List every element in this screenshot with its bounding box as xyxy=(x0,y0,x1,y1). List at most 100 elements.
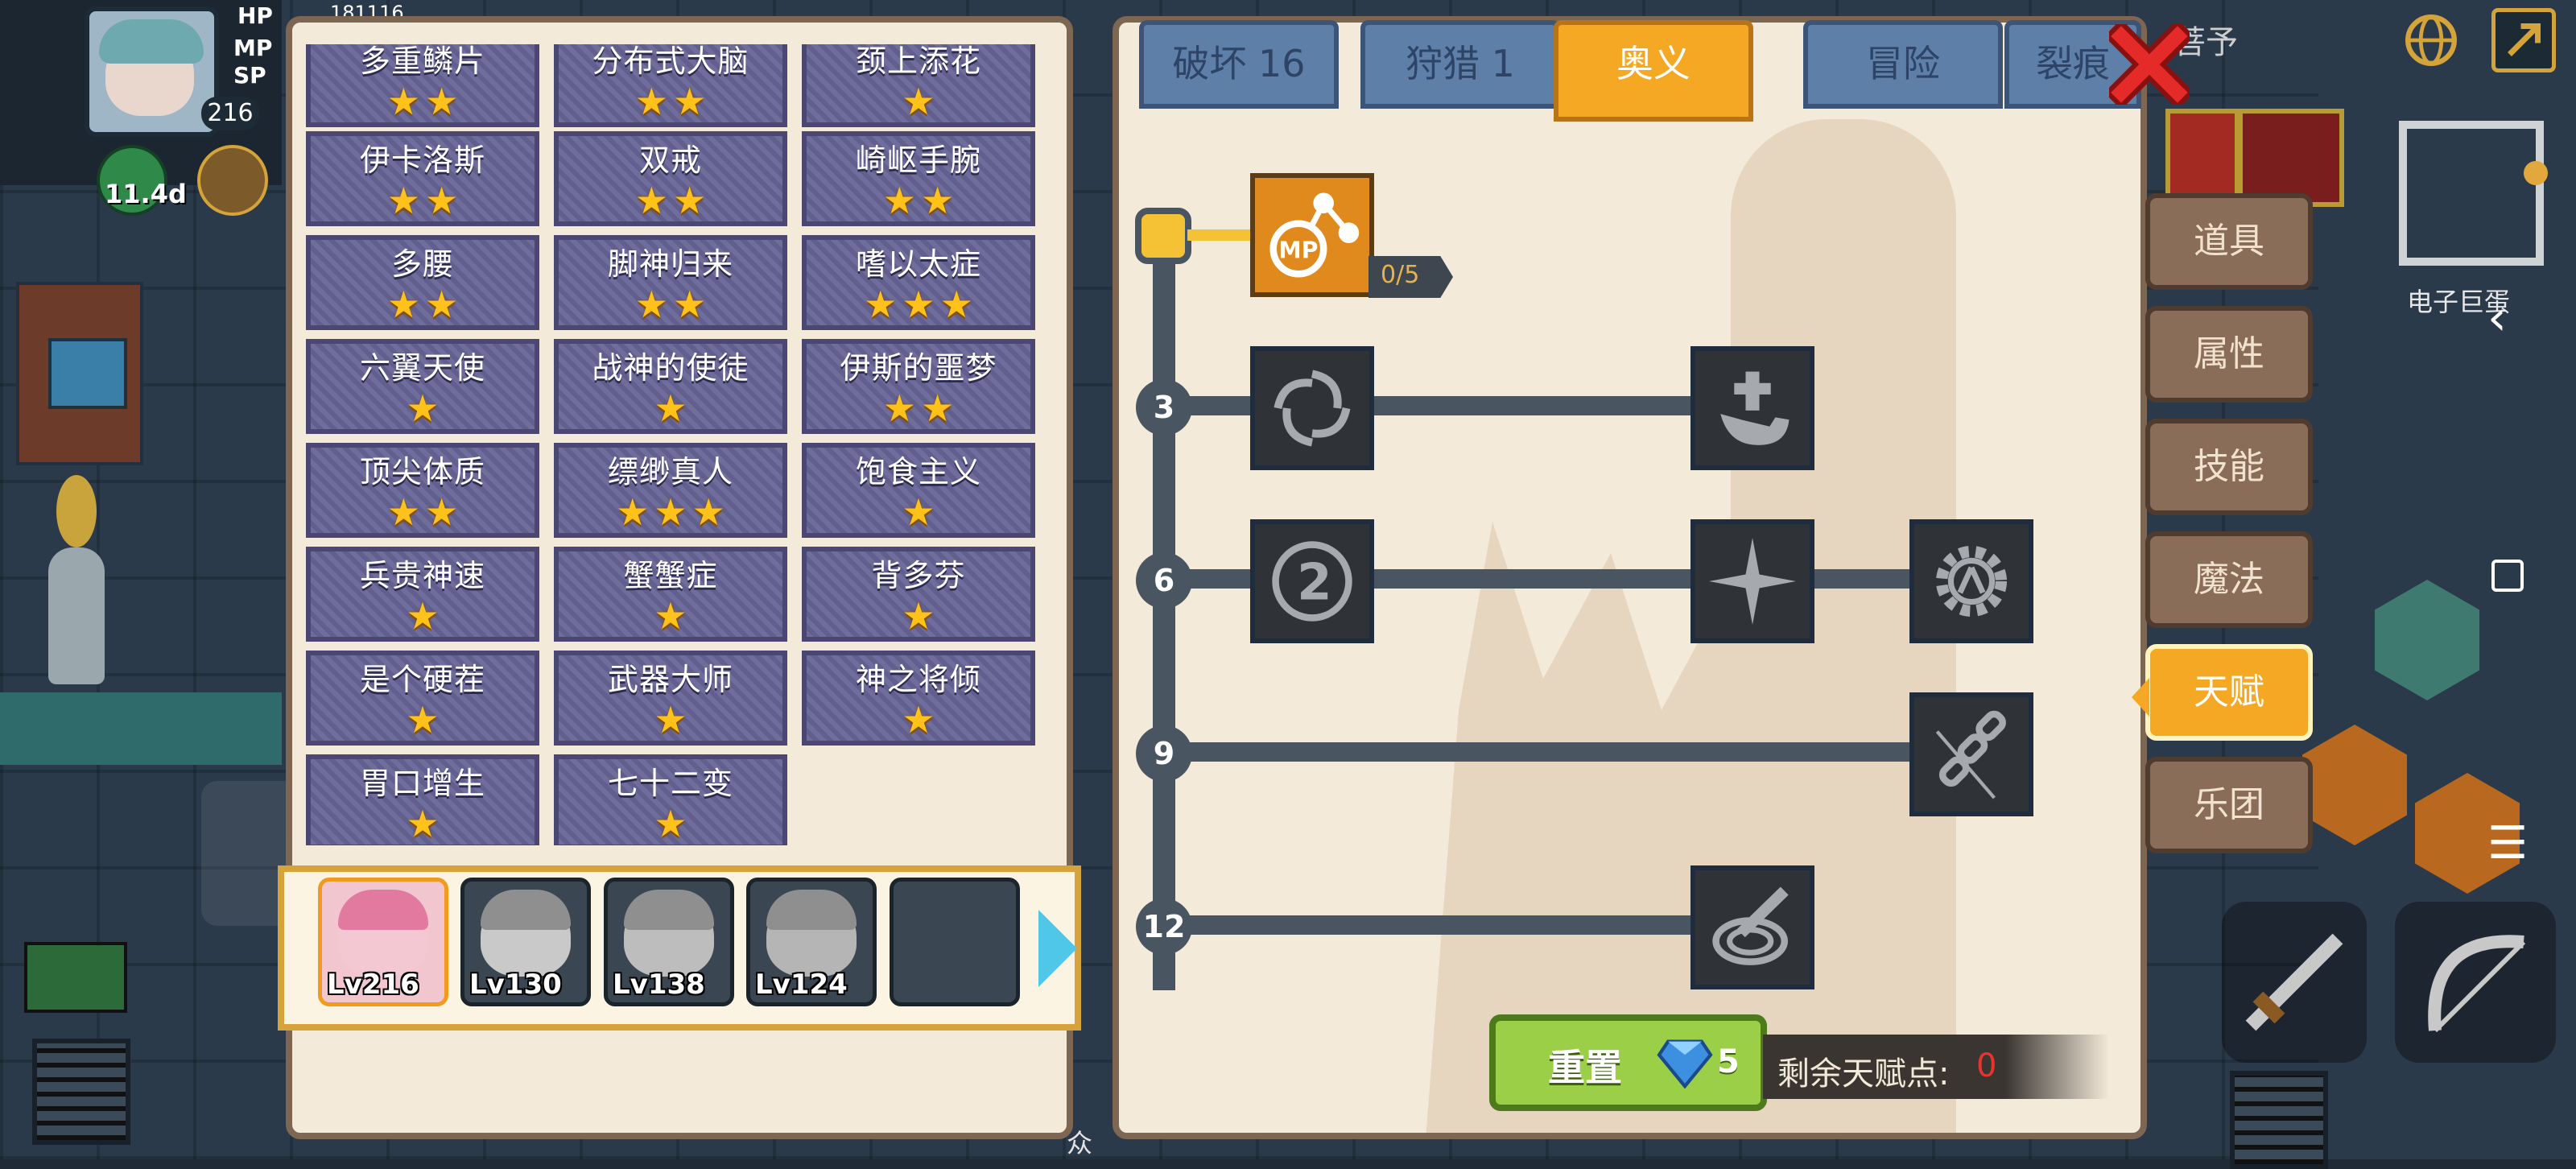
joystick-left-arrow[interactable] xyxy=(201,781,290,926)
trait-card[interactable]: 是个硬茬 ★ xyxy=(306,651,539,746)
vortex-icon xyxy=(1274,370,1351,447)
trait-card[interactable]: 顶尖体质 ★ ★ xyxy=(306,443,539,538)
scene-vase xyxy=(48,547,105,684)
trait-name: 蟹蟹症 xyxy=(623,558,718,593)
skill-holy-hand[interactable] xyxy=(1690,346,1814,470)
trait-name: 背多芬 xyxy=(871,558,966,593)
skill-chain[interactable] xyxy=(1909,692,2033,816)
trait-card[interactable]: 七十二变 ★ xyxy=(554,754,787,845)
team-next-arrow[interactable] xyxy=(1038,910,1077,987)
trait-name: 伊卡洛斯 xyxy=(359,143,485,178)
tier-6-label: 6 xyxy=(1136,552,1192,609)
skill-crosshair[interactable] xyxy=(1690,519,1814,643)
skill-whirl-strike[interactable] xyxy=(1690,865,1814,989)
nav-recent-icon[interactable] xyxy=(2491,560,2524,592)
trait-card[interactable]: 六翼天使 ★ xyxy=(306,339,539,434)
close-icon[interactable] xyxy=(2103,19,2195,110)
team-empty-slot[interactable] xyxy=(890,878,1020,1006)
star-icon: ★ xyxy=(634,179,668,222)
trait-card[interactable]: 兵贵神速 ★ xyxy=(306,547,539,642)
trait-card[interactable]: 伊斯的噩梦 ★ ★ xyxy=(802,339,1035,434)
side-menu-item[interactable]: 技能 xyxy=(2145,419,2313,515)
trait-card[interactable]: 饱食主义 ★ xyxy=(802,443,1035,538)
trait-name: 兵贵神速 xyxy=(359,558,485,593)
trait-card[interactable]: 神之将倾 ★ xyxy=(802,651,1035,746)
trait-stars: ★ ★ xyxy=(559,82,782,121)
expand-icon[interactable] xyxy=(2491,8,2556,72)
side-menu-item[interactable]: 属性 xyxy=(2145,306,2313,403)
side-menu-item[interactable]: 道具 xyxy=(2145,193,2313,290)
trait-card[interactable]: 缥缈真人 ★ ★ ★ xyxy=(554,443,787,538)
side-menu-item[interactable]: 乐团 xyxy=(2145,757,2313,853)
skill-progress-text: 0/5 xyxy=(1381,261,1420,289)
skill-double-rune[interactable]: 2 xyxy=(1250,519,1374,643)
trait-card[interactable]: 战神的使徒 ★ xyxy=(554,339,787,434)
trait-card[interactable]: 多重鳞片 ★ ★ xyxy=(306,44,539,127)
star-icon: ★ xyxy=(425,80,459,123)
team-member-slot[interactable]: Lv216 xyxy=(318,878,448,1006)
tab-1[interactable]: 狩猎 1 xyxy=(1360,20,1560,109)
minimap[interactable] xyxy=(2399,121,2544,266)
bottom-partial-text: 众 xyxy=(1067,1128,1093,1159)
trait-card[interactable]: 嗜以太症 ★ ★ ★ xyxy=(802,235,1035,330)
skill-vortex[interactable] xyxy=(1250,346,1374,470)
trait-card[interactable]: 颈上添花 ★ xyxy=(802,44,1035,127)
side-menu-item[interactable]: 魔法 xyxy=(2145,531,2313,628)
star-icon: ★ xyxy=(902,80,935,123)
star-icon: ★ xyxy=(902,594,935,638)
skill-gear[interactable] xyxy=(1909,519,2033,643)
diamond-icon xyxy=(1657,1039,1713,1088)
gear-icon xyxy=(1935,545,2008,618)
trait-name: 多腰 xyxy=(390,246,454,282)
tab-0[interactable]: 破坏 16 xyxy=(1139,20,1339,109)
svg-text:2: 2 xyxy=(1297,553,1331,612)
nav-menu-icon[interactable]: ☰ xyxy=(2487,817,2528,870)
team-member-slot[interactable]: Lv130 xyxy=(460,878,591,1006)
whirl-icon xyxy=(1712,886,1789,965)
star-icon: ★ xyxy=(902,490,935,534)
trait-name: 多重鳞片 xyxy=(359,44,485,79)
star-icon: ★ xyxy=(406,698,440,741)
sword-attack-button[interactable] xyxy=(2222,902,2367,1063)
trait-card[interactable]: 胃口增生 ★ xyxy=(306,754,539,845)
hero-level: Lv216 xyxy=(327,969,419,1001)
tree-root-connector xyxy=(1187,229,1256,241)
bow-attack-button[interactable] xyxy=(2395,902,2556,1063)
trait-card[interactable]: 蟹蟹症 ★ xyxy=(554,547,787,642)
trait-card[interactable]: 伊卡洛斯 ★ ★ xyxy=(306,131,539,226)
skill-mp-share[interactable]: MP xyxy=(1250,173,1374,297)
reset-button[interactable]: 重置 5 xyxy=(1489,1014,1767,1111)
magic-circle-slot[interactable] xyxy=(2238,109,2344,207)
trait-stars: ★ xyxy=(559,804,782,843)
trait-card[interactable]: 武器大师 ★ xyxy=(554,651,787,746)
trait-card[interactable]: 分布式大脑 ★ ★ xyxy=(554,44,787,127)
trait-stars: ★ ★ ★ xyxy=(559,493,782,531)
mp-share-icon: MP xyxy=(1269,192,1360,278)
trait-card[interactable]: 背多芬 ★ xyxy=(802,547,1035,642)
tab-3[interactable]: 冒险 xyxy=(1803,20,2003,109)
hero-hair xyxy=(624,890,714,930)
trait-name: 缥缈真人 xyxy=(607,454,733,489)
team-member-slot[interactable]: Lv138 xyxy=(604,878,734,1006)
trait-name: 脚神归来 xyxy=(607,246,733,282)
player-avatar[interactable] xyxy=(85,6,219,137)
scene-circuit-board xyxy=(24,942,127,1013)
star-icon: ★ xyxy=(406,386,440,430)
trait-card[interactable]: 多腰 ★ ★ xyxy=(306,235,539,330)
trait-card[interactable]: 双戒 ★ ★ xyxy=(554,131,787,226)
trait-card[interactable]: 崎岖手腕 ★ ★ xyxy=(802,131,1035,226)
team-member-slot[interactable]: Lv124 xyxy=(746,878,877,1006)
trait-stars: ★ ★ xyxy=(559,285,782,324)
trait-card[interactable]: 脚神归来 ★ ★ xyxy=(554,235,787,330)
buff-icon-gold[interactable] xyxy=(197,145,268,216)
red-item-slot[interactable] xyxy=(2165,109,2240,207)
trait-stars: ★ xyxy=(559,389,782,428)
star-icon: ★ xyxy=(425,490,459,534)
trait-stars: ★ xyxy=(807,597,1030,635)
nav-back-icon[interactable]: ‹ xyxy=(2487,290,2507,346)
globe-icon[interactable] xyxy=(2395,8,2467,72)
trait-name: 崎岖手腕 xyxy=(855,143,981,178)
trait-name: 七十二变 xyxy=(607,766,733,801)
tab-2[interactable]: 奥义 xyxy=(1554,20,1753,122)
side-menu-item[interactable]: 天赋 xyxy=(2145,644,2313,741)
